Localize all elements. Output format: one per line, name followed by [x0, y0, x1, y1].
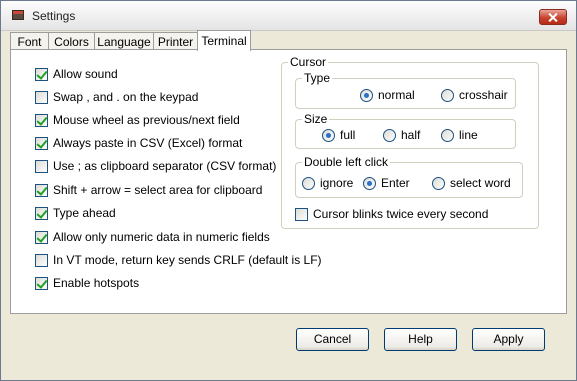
radio-size-line[interactable]: line [441, 127, 478, 143]
app-icon [12, 10, 24, 20]
option-paste-csv[interactable]: Always paste in CSV (Excel) format [35, 135, 242, 151]
radio-dblclick-enter[interactable]: Enter [363, 175, 410, 191]
help-button[interactable]: Help [384, 328, 457, 351]
tab-language[interactable]: Language [94, 32, 154, 50]
radio-size-half[interactable]: half [383, 127, 420, 143]
radio-button[interactable] [441, 128, 454, 142]
option-allow-sound[interactable]: Allow sound [35, 66, 118, 82]
option-swap-keypad[interactable]: Swap , and . on the keypad [35, 89, 198, 105]
radio-button[interactable] [383, 128, 396, 142]
option-label: In VT mode, return key sends CRLF (defau… [53, 253, 322, 267]
option-clipboard-separator[interactable]: Use ; as clipboard separator (CSV format… [35, 158, 276, 174]
apply-button[interactable]: Apply [472, 328, 545, 351]
radio-label: half [401, 128, 421, 142]
cursor-type-group: Type normal crosshair [295, 71, 516, 109]
radio-label: crosshair [459, 88, 508, 102]
radio-label: line [459, 128, 478, 142]
option-label: Allow only numeric data in numeric field… [53, 230, 270, 244]
tab-colors[interactable]: Colors [48, 32, 95, 50]
option-vt-crlf[interactable]: In VT mode, return key sends CRLF (defau… [35, 252, 322, 268]
radio-button[interactable] [441, 88, 454, 102]
option-enable-hotspots[interactable]: Enable hotspots [35, 275, 139, 291]
option-label: Swap , and . on the keypad [53, 90, 199, 104]
settings-window: Settings Font Colors Language Printer Te… [0, 0, 577, 381]
double-click-group: Double left click ignore Enter select wo… [295, 155, 523, 198]
radio-button[interactable] [363, 176, 376, 190]
checkbox[interactable] [295, 207, 308, 221]
radio-type-normal[interactable]: normal [360, 87, 415, 103]
checkbox[interactable] [35, 253, 48, 267]
cursor-type-title: Type [302, 71, 333, 85]
radio-dblclick-select-word[interactable]: select word [432, 175, 511, 191]
tab-terminal[interactable]: Terminal [197, 30, 251, 51]
checkbox[interactable] [35, 206, 48, 220]
title-bar[interactable]: Settings [1, 1, 576, 31]
checkbox[interactable] [35, 136, 48, 150]
radio-button[interactable] [322, 128, 335, 142]
checkbox[interactable] [35, 276, 48, 290]
option-type-ahead[interactable]: Type ahead [35, 205, 116, 221]
option-label: Mouse wheel as previous/next field [53, 113, 240, 127]
radio-size-full[interactable]: full [322, 127, 355, 143]
radio-label: ignore [320, 176, 354, 190]
terminal-panel: Allow sound Swap , and . on the keypad M… [10, 49, 567, 314]
tab-printer[interactable]: Printer [153, 32, 198, 50]
radio-label: full [340, 128, 356, 142]
option-numeric-only[interactable]: Allow only numeric data in numeric field… [35, 229, 270, 245]
close-button[interactable] [539, 9, 567, 25]
option-mouse-wheel[interactable]: Mouse wheel as previous/next field [35, 112, 240, 128]
checkbox[interactable] [35, 230, 48, 244]
option-label: Cursor blinks twice every second [313, 207, 489, 221]
double-click-title: Double left click [302, 155, 391, 169]
radio-type-crosshair[interactable]: crosshair [441, 87, 508, 103]
checkbox[interactable] [35, 183, 48, 197]
tab-font[interactable]: Font [10, 32, 49, 50]
checkbox[interactable] [35, 67, 48, 81]
radio-button[interactable] [360, 88, 373, 102]
cursor-group: Cursor Type normal crosshair Size full h… [281, 55, 539, 229]
radio-button[interactable] [432, 176, 445, 190]
option-label: Enable hotspots [53, 276, 140, 290]
cursor-group-title: Cursor [288, 55, 329, 69]
checkbox[interactable] [35, 90, 48, 104]
window-title: Settings [32, 9, 76, 23]
option-label: Type ahead [53, 206, 116, 220]
cursor-size-title: Size [302, 112, 330, 126]
radio-label: Enter [381, 176, 410, 190]
radio-label: select word [450, 176, 511, 190]
option-label: Shift + arrow = select area for clipboar… [53, 183, 263, 197]
cancel-button[interactable]: Cancel [296, 328, 369, 351]
radio-label: normal [378, 88, 415, 102]
option-label: Use ; as clipboard separator (CSV format… [53, 159, 277, 173]
checkbox[interactable] [35, 113, 48, 127]
option-cursor-blinks[interactable]: Cursor blinks twice every second [295, 206, 488, 222]
checkbox[interactable] [35, 159, 48, 173]
radio-dblclick-ignore[interactable]: ignore [302, 175, 353, 191]
option-label: Always paste in CSV (Excel) format [53, 136, 243, 150]
option-shift-arrow[interactable]: Shift + arrow = select area for clipboar… [35, 182, 262, 198]
radio-button[interactable] [302, 176, 315, 190]
cursor-size-group: Size full half line [295, 112, 516, 149]
option-label: Allow sound [53, 67, 118, 81]
